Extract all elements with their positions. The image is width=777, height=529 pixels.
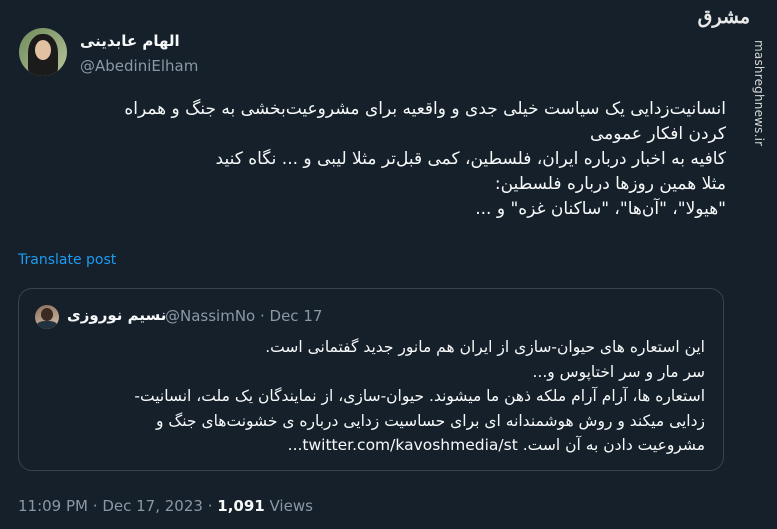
quoted-author-name: نسیم نوروزی	[67, 306, 167, 324]
meta-separator: ·	[207, 497, 213, 515]
post-date[interactable]: Dec 17, 2023	[102, 497, 203, 515]
quoted-line: زدایی میکند و روش هوشمندانه ای برای حساس…	[155, 411, 705, 430]
quoted-tweet-card[interactable]: نسیم نوروزی @NassimNo · Dec 17 این استعا…	[18, 288, 724, 471]
watermark-logo: مشرق	[697, 6, 750, 28]
tweet-text: انسانیت‌زدایی یک سیاست خیلی جدی و واقعیه…	[26, 97, 726, 222]
watermark-side-text: mashreghnews.ir	[752, 40, 766, 147]
quoted-line: این استعاره های حیوان-سازی از ایران هم م…	[265, 338, 705, 356]
avatar-head	[41, 308, 53, 321]
quoted-line: استعاره ها، آرام آرام ملکه ذهن ما میشوند…	[134, 387, 705, 405]
tweet-line: مثلا همین روزها درباره فلسطین:	[494, 174, 726, 194]
views-label: Views	[269, 497, 313, 515]
views-count: 1,091	[217, 497, 265, 515]
quoted-author-avatar[interactable]	[35, 305, 59, 329]
quoted-line: سر مار و سر اختاپوس و...	[532, 362, 705, 381]
tweet-line: "هیولا"، "آن‌ها"، "ساکنان غزه" و ...	[475, 199, 726, 219]
translate-post-link[interactable]: Translate post	[18, 252, 116, 268]
tweet-line: انسانیت‌زدایی یک سیاست خیلی جدی و واقعیه…	[124, 99, 726, 119]
post-time[interactable]: 11:09 PM	[18, 497, 88, 515]
avatar-face	[35, 40, 51, 60]
tweet-line: کافیه به اخبار درباره ایران، فلسطین، کمی…	[215, 149, 726, 169]
author-display-name[interactable]: الهام عابدینی	[80, 32, 180, 50]
tweet-line: کردن افکار عمومی	[590, 124, 726, 144]
quoted-author-handle-date: @NassimNo · Dec 17	[165, 307, 323, 325]
quoted-tweet-text: این استعاره های حیوان-سازی از ایران هم م…	[35, 335, 705, 458]
tweet-meta: 11:09 PM · Dec 17, 2023 · 1,091 Views	[18, 497, 313, 515]
author-avatar[interactable]	[19, 28, 67, 76]
meta-separator: ·	[92, 497, 98, 515]
author-handle[interactable]: @AbediniElham	[80, 57, 198, 75]
quoted-line[interactable]: مشروعیت دادن به آن است. twitter.com/kavo…	[35, 433, 705, 458]
avatar-shirt	[37, 321, 57, 329]
